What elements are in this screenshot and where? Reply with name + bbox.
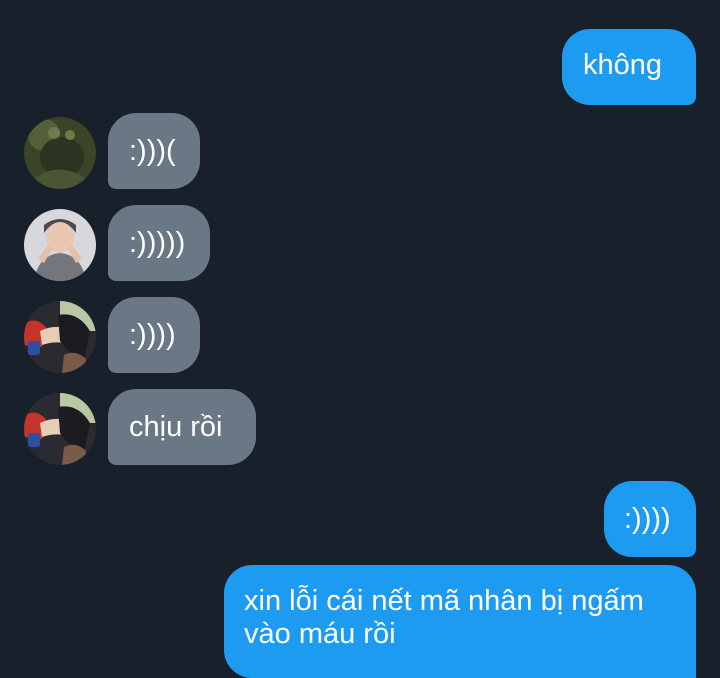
message-text: xin lỗi cái nết mã nhân bị ngấm vào máu …: [244, 585, 644, 650]
incoming-message[interactable]: chịu rồi: [108, 389, 256, 465]
person-avatar[interactable]: [24, 209, 96, 281]
anime-avatar[interactable]: [24, 301, 96, 373]
outgoing-message[interactable]: xin lỗi cái nết mã nhân bị ngấm vào máu …: [224, 565, 696, 678]
incoming-message[interactable]: :))))): [108, 205, 210, 281]
outgoing-message[interactable]: không: [562, 29, 696, 105]
incoming-message[interactable]: :)))): [108, 297, 200, 373]
green-creature-avatar[interactable]: [24, 117, 96, 189]
incoming-message[interactable]: :)))(: [108, 113, 200, 189]
message-text: :)))): [624, 503, 671, 535]
message-text: không: [583, 49, 663, 81]
message-text: :)))(: [129, 135, 176, 167]
anime-avatar[interactable]: [24, 393, 96, 465]
outgoing-message[interactable]: :)))): [604, 481, 696, 557]
chat-thread: không :)))( :))))):)))) chịu rồi:)))) …: [0, 0, 720, 678]
message-text: :))))): [129, 227, 186, 259]
message-text: :)))): [129, 319, 176, 351]
message-text: chịu rồi: [129, 411, 223, 443]
